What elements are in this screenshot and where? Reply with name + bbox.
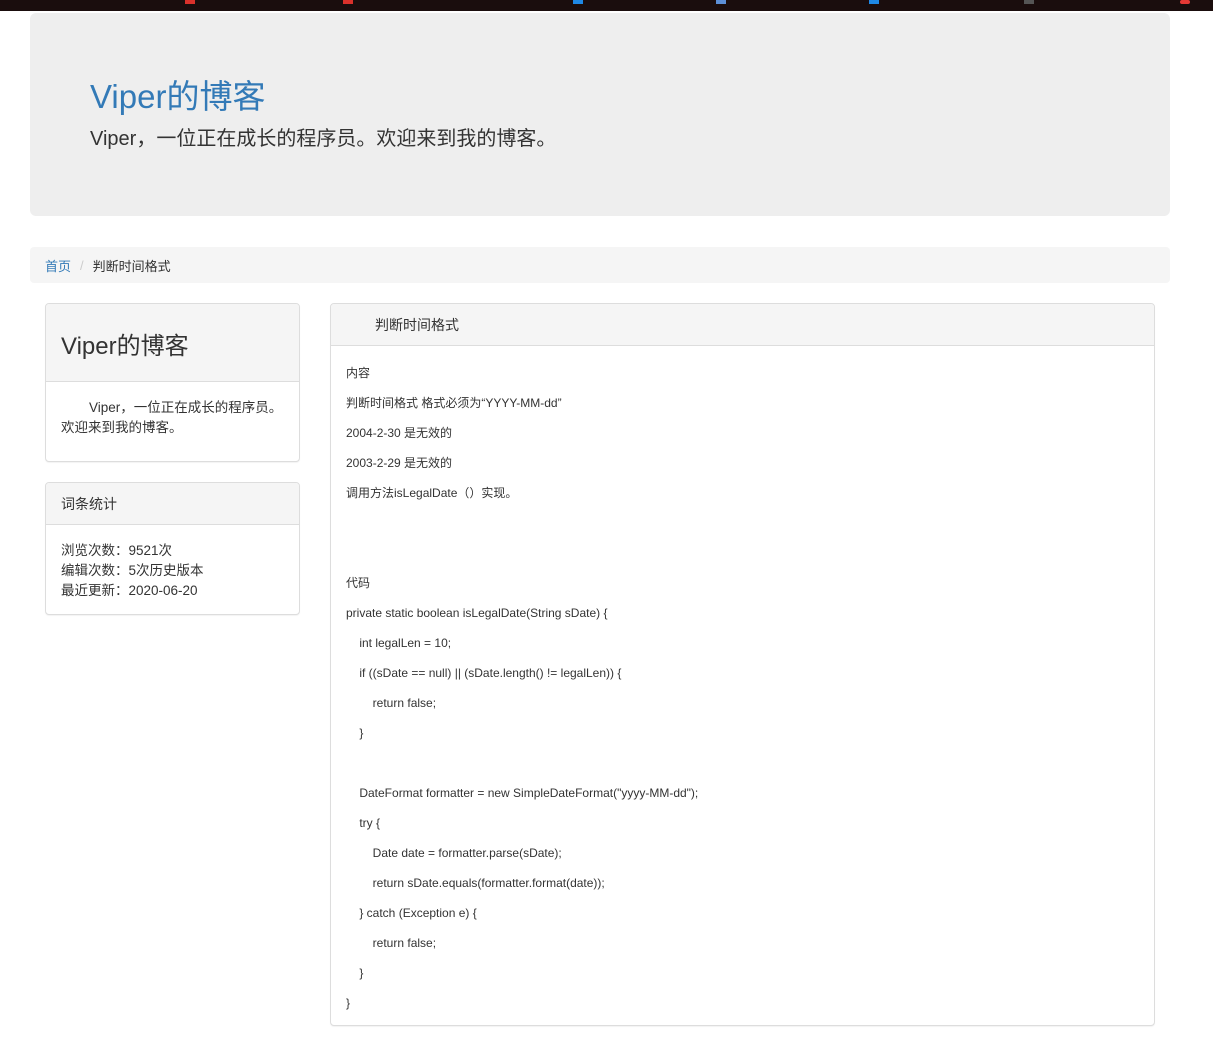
article-body: 内容 判断时间格式 格式必须为“YYYY-MM-dd” 2004-2-30 是无… <box>331 346 1154 1022</box>
stats-title: 词条统计 <box>61 495 117 512</box>
bookmark-icon[interactable] <box>185 0 195 4</box>
bookmark-icon[interactable] <box>343 0 353 4</box>
notification-icon[interactable] <box>1180 0 1190 4</box>
code-line: } catch (Exception e) { <box>346 906 477 920</box>
code-line: DateFormat formatter = new SimpleDateFor… <box>346 786 699 800</box>
article-line: 调用方法isLegalDate（）实现。 <box>346 486 518 500</box>
article-line: 判断时间格式 格式必须为“YYYY-MM-dd” <box>346 396 562 410</box>
about-panel-heading: Viper的博客 <box>46 304 299 382</box>
code-line: return sDate.equals(formatter.format(dat… <box>346 876 605 890</box>
article-title: 判断时间格式 <box>375 316 459 333</box>
code-line: try { <box>346 816 381 830</box>
code-line: } <box>346 726 364 740</box>
stats-body: 浏览次数：9521次 编辑次数：5次历史版本 最近更新：2020-06-20 <box>46 525 299 601</box>
breadcrumb-current: 判断时间格式 <box>92 258 171 274</box>
code-line: return false; <box>346 936 437 950</box>
code-line: } <box>346 966 364 980</box>
sidebar-about-panel: Viper的博客 Viper，一位正在成长的程序员。欢迎来到我的博客。 <box>45 303 300 462</box>
bookmark-icon[interactable] <box>573 0 583 4</box>
article-line: 2004-2-30 是无效的 <box>346 426 453 440</box>
article-line: 代码 <box>346 576 371 590</box>
bookmark-icon[interactable] <box>716 0 726 4</box>
stats-edits: 编辑次数：5次历史版本 <box>61 563 204 578</box>
bookmark-icon[interactable] <box>869 0 879 4</box>
article-panel-heading: 判断时间格式 <box>331 304 1154 346</box>
stats-last-updated: 最近更新：2020-06-20 <box>61 583 198 598</box>
code-line: return false; <box>346 696 437 710</box>
site-header: Viper的博客 Viper，一位正在成长的程序员。欢迎来到我的博客。 <box>30 13 1170 216</box>
article-panel: 判断时间格式 内容 判断时间格式 格式必须为“YYYY-MM-dd” 2004-… <box>330 303 1155 1026</box>
article-line: 2003-2-29 是无效的 <box>346 456 453 470</box>
breadcrumb: 首页 / 判断时间格式 <box>30 247 1170 283</box>
article-line <box>346 542 1139 572</box>
article-line <box>346 512 1139 542</box>
stats-panel-heading: 词条统计 <box>46 483 299 525</box>
site-tagline: Viper，一位正在成长的程序员。欢迎来到我的博客。 <box>90 128 557 150</box>
breadcrumb-home-link[interactable]: 首页 <box>45 256 71 275</box>
article-line: 内容 <box>346 366 371 380</box>
stats-views: 浏览次数：9521次 <box>61 543 173 558</box>
code-line: if ((sDate == null) || (sDate.length() !… <box>346 666 622 680</box>
code-line: private static boolean isLegalDate(Strin… <box>346 606 608 620</box>
sidebar-stats-panel: 词条统计 浏览次数：9521次 编辑次数：5次历史版本 最近更新：2020-06… <box>45 482 300 615</box>
code-line: int legalLen = 10; <box>346 636 452 650</box>
about-description: Viper，一位正在成长的程序员。欢迎来到我的博客。 <box>61 400 283 435</box>
code-line: Date date = formatter.parse(sDate); <box>346 846 562 860</box>
site-title[interactable]: Viper的博客 <box>90 75 265 119</box>
breadcrumb-separator: / <box>80 257 84 273</box>
code-line: } <box>346 996 351 1010</box>
browser-bookmarks-strip <box>0 0 1213 11</box>
bookmark-icon[interactable] <box>1024 0 1034 4</box>
about-title: Viper的博客 <box>61 333 189 360</box>
